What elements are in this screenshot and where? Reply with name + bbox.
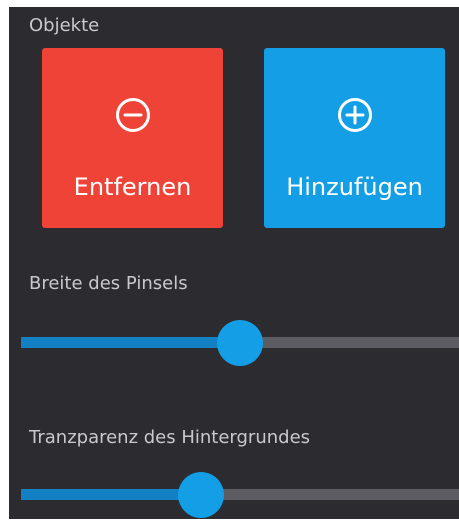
slider-thumb[interactable] xyxy=(178,472,224,518)
brush-width-label: Breite des Pinsels xyxy=(29,273,188,294)
brush-width-slider[interactable] xyxy=(21,320,459,366)
minus-circle-icon xyxy=(115,97,151,133)
slider-fill xyxy=(21,337,240,348)
background-transparency-label: Tranzparenz des Hintergrundes xyxy=(29,427,311,448)
objects-section-label: Objekte xyxy=(29,15,100,36)
remove-object-label: Entfernen xyxy=(73,173,192,201)
background-transparency-slider[interactable] xyxy=(21,472,459,518)
slider-fill xyxy=(21,489,201,500)
slider-thumb[interactable] xyxy=(217,320,263,366)
add-object-button[interactable]: Hinzufügen xyxy=(264,48,445,228)
objects-panel: Objekte Entfernen Hinzufügen Breite des … xyxy=(9,7,459,519)
add-object-label: Hinzufügen xyxy=(286,173,423,201)
remove-object-button[interactable]: Entfernen xyxy=(42,48,223,228)
plus-circle-icon xyxy=(337,97,373,133)
